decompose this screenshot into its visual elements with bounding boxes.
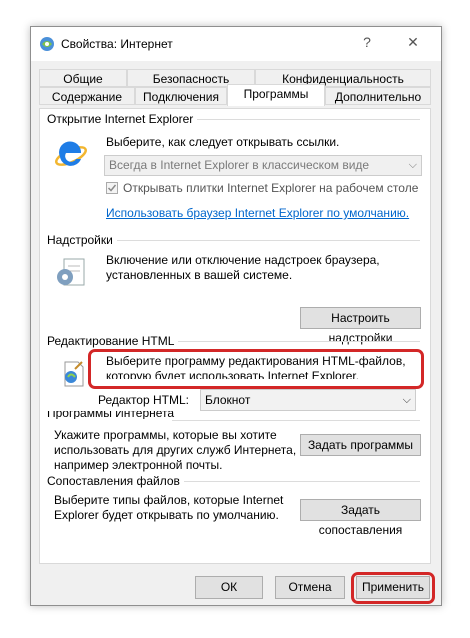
set-associations-button[interactable]: Задать сопоставления: [300, 499, 421, 537]
internet-explorer-icon: [55, 141, 87, 166]
addons-description-line1: Включение или отключение надстроек брауз…: [106, 253, 380, 267]
group-divider: [172, 341, 420, 342]
cancel-button[interactable]: Отмена: [275, 576, 345, 599]
html-editor-icon: [64, 361, 84, 387]
internet-programs-description-line2: использовать для других служб Интернета,: [54, 443, 297, 457]
group-divider: [172, 420, 420, 421]
addons-description-line2: установленных в вашей системе.: [106, 268, 293, 282]
internet-programs-description-line3: например электронной почты.: [54, 458, 223, 472]
checkmark-icon: [107, 184, 117, 192]
open-links-combo-value: Всегда в Internet Explorer в классическо…: [109, 158, 370, 172]
apply-highlight: [351, 572, 435, 604]
open-ie-group-title: Открытие Internet Explorer: [47, 112, 198, 126]
manage-addons-button[interactable]: Настроить надстройки: [300, 307, 421, 345]
addons-group-title: Надстройки: [47, 233, 117, 247]
internet-programs-group-title: Программы Интернета: [47, 411, 179, 419]
file-assoc-description-line2: Explorer будет открывать по умолчанию.: [54, 508, 279, 522]
group-divider: [114, 240, 420, 241]
title-bar: Свойства: Интернет ? ✕: [31, 27, 441, 61]
set-default-browser-link[interactable]: Использовать браузер Internet Explorer п…: [106, 206, 409, 220]
tab-connections[interactable]: Подключения: [135, 87, 227, 105]
tab-general[interactable]: Общие: [39, 69, 127, 87]
programs-panel: Открытие Internet Explorer Выберите, как…: [39, 108, 431, 564]
html-editor-highlight: [88, 349, 424, 389]
addons-gear-icon: [57, 258, 85, 286]
internet-options-icon: [40, 37, 54, 51]
help-button[interactable]: ?: [357, 34, 377, 54]
tab-programs[interactable]: Программы: [227, 84, 325, 106]
tab-advanced[interactable]: Дополнительно: [325, 87, 431, 105]
internet-programs-description-line1: Укажите программы, которые вы хотите: [54, 428, 277, 442]
internet-programs-title-clip: Программы Интернета: [40, 411, 190, 419]
open-tiles-checkbox[interactable]: [106, 182, 118, 194]
internet-properties-dialog: Свойства: Интернет ? ✕ Общие Безопасност…: [30, 26, 442, 606]
file-assoc-description-line1: Выберите типы файлов, которые Internet: [54, 493, 284, 507]
set-programs-button[interactable]: Задать программы: [300, 434, 421, 456]
file-assoc-group-title: Сопоставления файлов: [47, 474, 184, 488]
chevron-down-icon: ⌵: [402, 394, 411, 406]
chevron-down-icon: ⌵: [408, 159, 417, 171]
html-editor-select[interactable]: Блокнот ⌵: [200, 389, 416, 411]
close-button[interactable]: ✕: [403, 34, 423, 54]
window-title: Свойства: Интернет: [61, 37, 173, 51]
open-tiles-label: Открывать плитки Internet Explorer на ра…: [123, 181, 419, 195]
html-editor-label: Редактор HTML:: [98, 393, 189, 407]
open-ie-description: Выберите, как следует открывать ссылки.: [106, 135, 340, 149]
open-links-combo[interactable]: Всегда в Internet Explorer в классическо…: [104, 155, 422, 176]
html-edit-group-title: Редактирование HTML: [47, 334, 179, 348]
tab-content[interactable]: Содержание: [39, 87, 135, 105]
group-divider: [172, 481, 420, 482]
html-editor-select-value: Блокнот: [205, 393, 251, 407]
ok-button[interactable]: ОК: [195, 576, 263, 599]
